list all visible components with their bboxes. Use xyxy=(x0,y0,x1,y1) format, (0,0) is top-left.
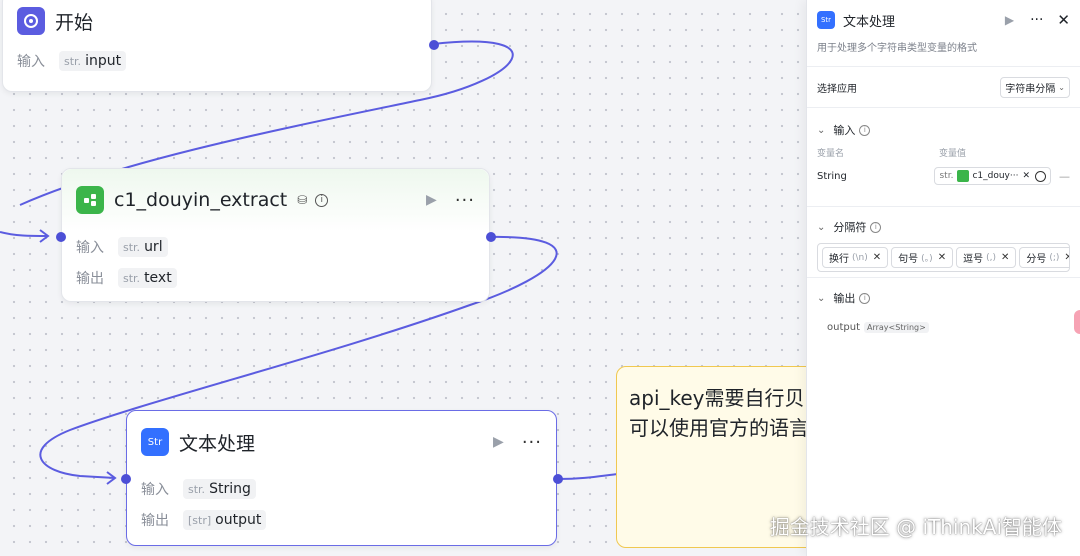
text-output-label: 输出 xyxy=(141,513,169,529)
var-name: String xyxy=(817,170,847,182)
collapse-caret-icon[interactable]: ⌄ xyxy=(817,222,825,233)
plugin-icon xyxy=(957,170,970,182)
more-options-icon[interactable]: ··· xyxy=(455,190,475,211)
var-value-field[interactable]: str. c1_douy··· ✕ xyxy=(934,167,1051,185)
text-process-node[interactable]: Str 文本处理 ▶ ··· 输入 str. String 输出 [str] out… xyxy=(121,410,563,546)
output-section-title: 输出 xyxy=(833,292,856,305)
extract-output-label: 输出 xyxy=(76,271,104,287)
run-node-icon[interactable]: ▶ xyxy=(1005,13,1014,27)
more-options-icon[interactable]: ··· xyxy=(522,432,542,453)
edge-arrow-text xyxy=(106,471,117,485)
node-settings-panel: Str 文本处理 ▶ ··· ✕ 用于处理多个字符串类型变量的格式 选择应用 字… xyxy=(806,0,1080,556)
extract-input-chip: str. url xyxy=(118,237,168,257)
scroll-indicator[interactable] xyxy=(1074,310,1080,334)
panel-description: 用于处理多个字符串类型变量的格式 xyxy=(807,40,1080,67)
extract-node[interactable]: c1_douyin_extract ⛁ i ▶ ··· 输入 str. url 输… xyxy=(56,168,496,302)
close-icon: ✕ xyxy=(872,252,882,263)
text-process-icon: Str xyxy=(141,428,169,456)
separator-tag[interactable]: 换行 (\n) ✕ xyxy=(822,247,889,268)
extract-output-port[interactable] xyxy=(486,232,496,242)
start-output-port[interactable] xyxy=(429,40,439,50)
chevron-down-icon: ⌄ xyxy=(1058,82,1065,92)
info-icon[interactable]: i xyxy=(859,124,871,136)
text-input-label: 输入 xyxy=(141,482,169,498)
text-node-title: 文本处理 xyxy=(179,432,256,455)
col-var-name: 变量名 xyxy=(817,149,845,159)
select-app-dropdown[interactable]: 字符串分隔 ⌄ xyxy=(1000,76,1070,98)
extract-input-port[interactable] xyxy=(56,232,66,242)
plugin-icon xyxy=(76,186,104,214)
close-icon: ✕ xyxy=(1000,252,1010,263)
variable-icon[interactable] xyxy=(1035,170,1046,182)
info-icon[interactable]: i xyxy=(870,221,882,233)
extract-input-label: 输入 xyxy=(76,240,104,256)
edge-arrow-extract xyxy=(39,229,50,243)
input-section-title: 输入 xyxy=(833,124,856,137)
clear-icon[interactable]: ✕ xyxy=(1022,171,1030,181)
more-options-icon[interactable]: ··· xyxy=(1030,12,1043,28)
extract-node-title: c1_douyin_extract xyxy=(114,189,288,211)
separator-tag[interactable]: 句号 (。) ✕ xyxy=(891,247,954,268)
text-process-icon: Str xyxy=(817,11,835,29)
remove-row-icon[interactable]: — xyxy=(1059,170,1070,183)
run-node-icon[interactable]: ▶ xyxy=(426,192,437,208)
start-input-chip: str. input xyxy=(59,51,127,71)
note-line-1: api_key需要自行贝 xyxy=(629,386,805,410)
text-output-chip: [str] output xyxy=(183,510,267,530)
text-input-port[interactable] xyxy=(121,474,131,484)
output-type-badge: Array<String> xyxy=(863,322,929,333)
start-input-label: 输入 xyxy=(17,54,45,70)
separator-tag[interactable]: 分号(;)✕ xyxy=(1019,247,1069,268)
select-app-label: 选择应用 xyxy=(817,83,857,95)
close-icon: ✕ xyxy=(937,252,947,263)
run-node-icon[interactable]: ▶ xyxy=(493,434,504,450)
start-icon xyxy=(17,7,45,35)
note-line-2: 可以使用官方的语言 xyxy=(629,416,809,440)
collapse-caret-icon[interactable]: ⌄ xyxy=(817,293,825,304)
separator-select[interactable]: 换行(\n)✕ 句号(。)✕ 逗号(,)✕ 分号(;)✕ ⌄ xyxy=(817,243,1070,272)
edge-text-to-note xyxy=(557,473,619,480)
info-icon[interactable]: i xyxy=(315,193,329,207)
close-icon[interactable]: ✕ xyxy=(1057,11,1070,29)
col-var-value: 变量值 xyxy=(939,149,967,159)
text-input-chip: str. String xyxy=(183,479,256,499)
close-icon: ✕ xyxy=(1064,252,1069,263)
output-name: output xyxy=(827,322,860,333)
info-icon[interactable]: i xyxy=(859,292,871,304)
panel-title: 文本处理 xyxy=(843,14,896,30)
watermark: 掘金技术社区 @ iThinkAi智能体 xyxy=(769,515,1062,539)
edge-left-incoming xyxy=(0,231,49,237)
separator-section-title: 分隔符 xyxy=(833,221,867,234)
start-node-title: 开始 xyxy=(55,11,94,34)
start-node[interactable]: 开始 输入 str. input xyxy=(2,0,439,92)
cache-icon[interactable]: ⛁ xyxy=(297,193,307,207)
extract-output-chip: str. text xyxy=(118,268,177,288)
separator-tag[interactable]: 逗号 (,) ✕ xyxy=(956,247,1017,268)
text-output-port[interactable] xyxy=(553,474,563,484)
collapse-caret-icon[interactable]: ⌄ xyxy=(817,125,825,136)
